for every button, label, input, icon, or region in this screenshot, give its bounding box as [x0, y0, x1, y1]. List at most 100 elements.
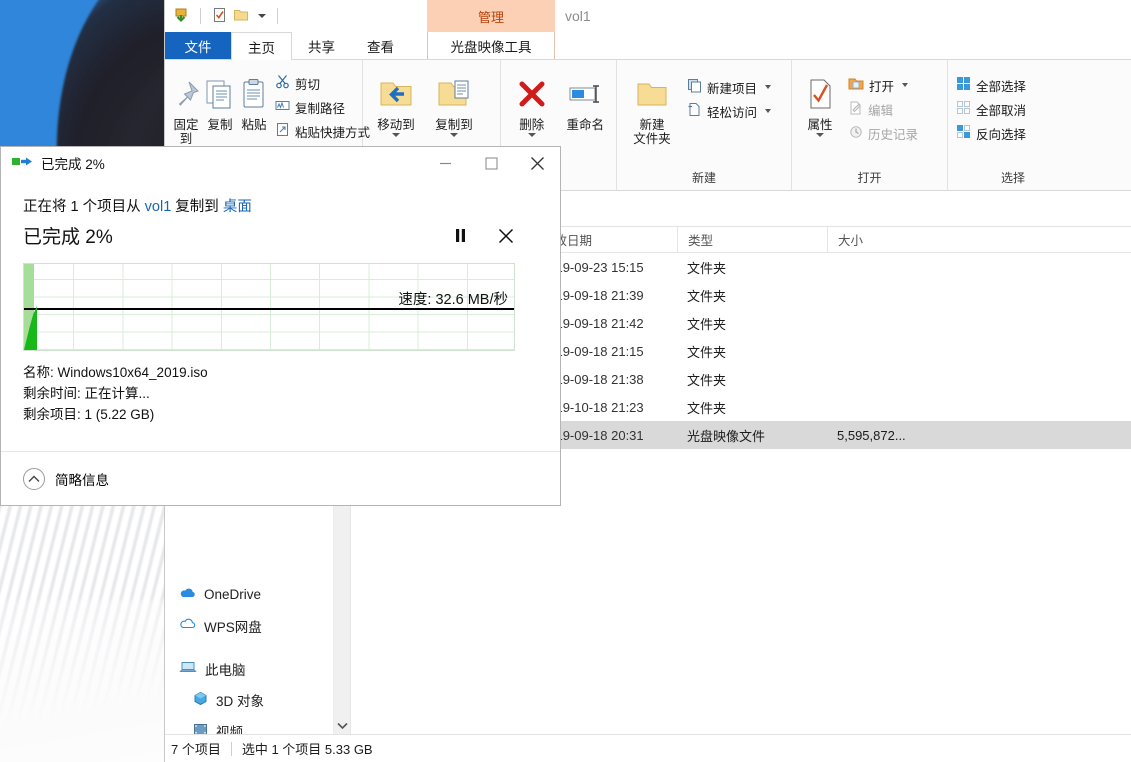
- paste-shortcut-icon: [275, 122, 290, 140]
- chevron-down-icon[interactable]: [258, 14, 266, 18]
- ribbon-button-paste-shortcut[interactable]: 粘贴快捷方式: [271, 120, 374, 142]
- folder-icon[interactable]: [233, 7, 249, 26]
- ribbon-button-rename-label: 重命名: [566, 118, 604, 132]
- sidebar-item-3d-objects[interactable]: 3D 对象: [165, 684, 350, 715]
- toolbar-separator-2: [277, 8, 278, 24]
- status-selection: 选中 1 个项目 5.33 GB: [242, 739, 373, 758]
- copy-destination-link[interactable]: 桌面: [223, 199, 252, 215]
- copy-to-icon: [436, 72, 472, 116]
- window-title: vol1: [565, 0, 591, 32]
- chevron-down-icon[interactable]: [450, 133, 458, 137]
- tab-view[interactable]: 查看: [351, 32, 410, 59]
- delete-icon: [516, 72, 548, 116]
- sidebar-item-wps-cloud[interactable]: WPS网盘: [165, 610, 350, 641]
- sidebar-item-onedrive[interactable]: OneDrive: [165, 579, 350, 610]
- ribbon-button-select-none[interactable]: 全部取消: [952, 98, 1030, 120]
- chevron-down-icon[interactable]: [392, 133, 400, 137]
- ribbon-button-history[interactable]: 历史记录: [844, 122, 922, 144]
- sidebar-item-this-pc[interactable]: 此电脑: [165, 653, 350, 684]
- tab-home[interactable]: 主页: [231, 32, 292, 60]
- maximize-button[interactable]: [468, 147, 514, 179]
- ribbon-button-open[interactable]: 打开: [844, 74, 922, 96]
- copy-description-prefix: 正在将 1 个项目从: [23, 199, 145, 215]
- dialog-footer[interactable]: 简略信息: [1, 451, 560, 505]
- close-button[interactable]: [514, 147, 560, 179]
- ribbon-button-move-to-label: 移动到: [377, 118, 415, 132]
- ribbon-group-new-label: 新建: [621, 169, 787, 190]
- copy-source-link[interactable]: vol1: [145, 199, 172, 215]
- copy-details: 名称: Windows10x64_2019.iso 剩余时间: 正在计算... …: [23, 363, 538, 426]
- ribbon-button-pin-to[interactable]: 固定到: [169, 66, 203, 147]
- rename-icon: [567, 72, 603, 116]
- chevron-down-icon[interactable]: [765, 85, 771, 89]
- sidebar-item-videos[interactable]: 视频: [165, 715, 350, 734]
- chevron-up-icon[interactable]: [23, 468, 45, 490]
- cell-type: 文件夹: [677, 342, 827, 361]
- checklist-icon[interactable]: [212, 7, 227, 26]
- minimize-button[interactable]: [422, 147, 468, 179]
- ribbon-button-delete-label: 删除: [519, 118, 544, 132]
- detail-name: 名称: Windows10x64_2019.iso: [23, 363, 538, 384]
- ribbon-button-edit[interactable]: 编辑: [844, 98, 922, 120]
- copy-icon: [203, 72, 237, 116]
- move-to-icon: [378, 72, 414, 116]
- tab-disc-image-tools[interactable]: 光盘映像工具: [427, 32, 555, 59]
- tab-file[interactable]: 文件: [165, 32, 231, 59]
- ribbon-button-new-item-label: 新建项目: [707, 78, 757, 97]
- this-pc-icon: [179, 660, 197, 677]
- chevron-down-icon[interactable]: [528, 133, 536, 137]
- ribbon-button-copy[interactable]: 复制: [203, 66, 237, 132]
- pause-button[interactable]: [450, 225, 470, 247]
- chevron-down-icon[interactable]: [816, 133, 824, 137]
- progress-action-buttons: [450, 225, 538, 247]
- ribbon-button-paste-label: 粘贴: [241, 118, 266, 132]
- ribbon-button-new-folder[interactable]: 新建文件夹: [621, 66, 683, 147]
- ribbon-button-open-label: 打开: [869, 76, 894, 95]
- toolbar-separator: [200, 8, 201, 24]
- ribbon-group-select: 全部选择 全部取消: [948, 60, 1078, 190]
- ribbon-button-pin-to-label: 固定到: [169, 118, 203, 147]
- ribbon-button-easy-access[interactable]: 轻松访问: [683, 100, 775, 122]
- dialog-title-bar[interactable]: 已完成 2%: [1, 147, 560, 179]
- ribbon-button-delete[interactable]: 删除: [505, 66, 559, 137]
- ribbon-button-cut-label: 剪切: [295, 74, 320, 93]
- copy-progress-dialog: 已完成 2% 正在将 1 个项目从 vol1 复制到 桌面 已完成 2%: [0, 146, 561, 506]
- wps-cloud-icon: [179, 617, 196, 634]
- ribbon-button-new-item[interactable]: 新建项目: [683, 76, 775, 98]
- ribbon-button-copy-to[interactable]: 复制到: [425, 66, 483, 137]
- sidebar-item-videos-label: 视频: [216, 721, 243, 735]
- ribbon-button-rename[interactable]: 重命名: [559, 66, 613, 132]
- ribbon-button-paste-shortcut-label: 粘贴快捷方式: [295, 122, 370, 141]
- easy-access-icon: [687, 102, 702, 120]
- column-header-size[interactable]: 大小: [827, 227, 947, 252]
- cancel-button[interactable]: [496, 225, 516, 247]
- chevron-down-icon[interactable]: [765, 109, 771, 113]
- ribbon-button-cut[interactable]: 剪切: [271, 72, 374, 94]
- paste-icon: [237, 72, 271, 116]
- sidebar-spacer: [165, 641, 350, 653]
- ribbon-button-properties[interactable]: 属性: [796, 66, 844, 137]
- ribbon-button-move-to[interactable]: 移动到: [367, 66, 425, 137]
- speed-graph: 速度: 32.6 MB/秒: [23, 263, 515, 351]
- dialog-body: 正在将 1 个项目从 vol1 复制到 桌面 已完成 2% 速度: 32: [1, 179, 560, 451]
- videos-icon: [193, 722, 208, 735]
- ribbon-button-select-all[interactable]: 全部选择: [952, 74, 1030, 96]
- save-icon[interactable]: [173, 7, 189, 26]
- history-icon: [848, 124, 863, 142]
- copy-description: 正在将 1 个项目从 vol1 复制到 桌面: [23, 195, 538, 216]
- ribbon-button-paste[interactable]: 粘贴: [237, 66, 271, 132]
- ribbon-button-properties-label: 属性: [807, 118, 832, 132]
- chevron-down-icon[interactable]: [902, 83, 908, 87]
- column-header-type[interactable]: 类型: [677, 227, 827, 252]
- ribbon-button-select-none-label: 全部取消: [976, 100, 1026, 119]
- detail-time-remaining: 剩余时间: 正在计算...: [23, 384, 538, 405]
- ribbon-button-copy-path[interactable]: 复制路径: [271, 96, 374, 118]
- pin-icon: [169, 72, 203, 116]
- quick-access-toolbar: 管理 vol1: [165, 0, 1131, 32]
- chevron-down-icon[interactable]: [334, 717, 351, 734]
- select-none-icon: [956, 100, 971, 118]
- status-item-count: 7 个项目: [171, 739, 221, 758]
- sidebar-item-onedrive-label: OneDrive: [204, 587, 261, 602]
- tab-share[interactable]: 共享: [292, 32, 351, 59]
- ribbon-button-invert-selection[interactable]: 反向选择: [952, 122, 1030, 144]
